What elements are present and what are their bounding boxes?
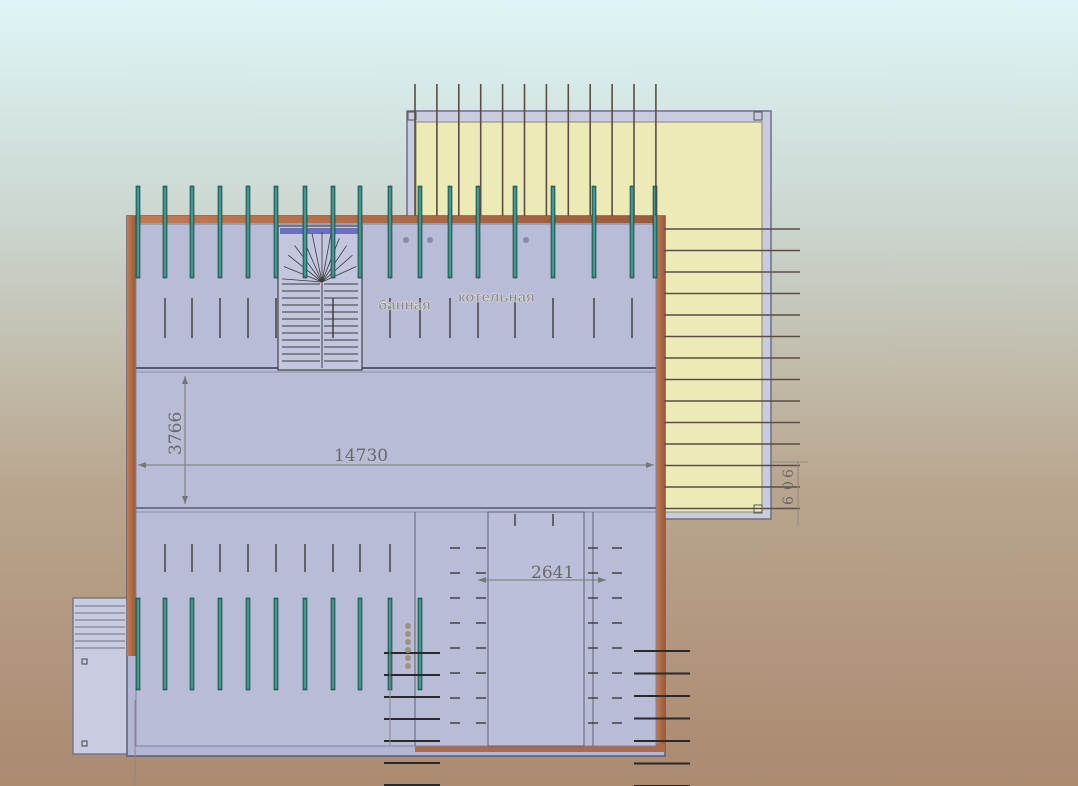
small-dimension-a: 6	[781, 469, 797, 478]
boiler-room-label: котельная	[458, 289, 535, 306]
staircase	[277, 225, 363, 371]
overall-width-dimension: 14730	[334, 446, 388, 466]
small-dimension-b: 0	[781, 481, 797, 490]
bath-room-label: банная	[378, 297, 431, 314]
annex	[72, 597, 136, 755]
corridor-width-dimension: 2641	[531, 563, 574, 583]
small-dimension-c: 6	[781, 496, 797, 505]
bay-depth-dimension: 3766	[166, 412, 186, 455]
cad-viewport[interactable]: банная котельная 14730 3766 2641 6 0 6	[0, 0, 1078, 786]
floor-plan-drawing: банная котельная 14730 3766 2641 6 0 6	[72, 84, 808, 786]
